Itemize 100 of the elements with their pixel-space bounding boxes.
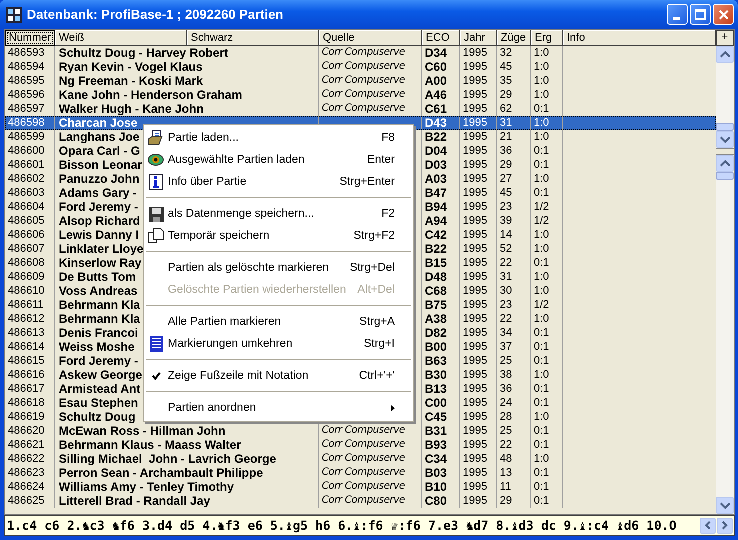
year-text: 1995 xyxy=(463,467,488,479)
result-text: 1:0 xyxy=(534,75,550,87)
add-column-button[interactable]: + xyxy=(716,30,734,46)
table-row[interactable]: 486621 Behrmann Klaus - Maass Walter Corr Compuserve B93 1995 22 0:1 xyxy=(5,438,716,452)
scroll-thumb[interactable] xyxy=(716,123,734,131)
scroll-up-button[interactable] xyxy=(716,155,734,172)
result-text: 1:0 xyxy=(534,47,550,59)
column-header[interactable]: Weiß xyxy=(55,30,187,46)
table-row[interactable]: 486596 Kane John - Henderson Graham Corr Compuserve A46 1995 29 1:0 xyxy=(5,88,716,102)
eco-code: C45 xyxy=(425,410,448,424)
menu-item[interactable]: Zeige Fußzeile mit Notation Ctrl+'+' xyxy=(144,365,413,387)
players-text: Behrmann Kla xyxy=(59,298,140,312)
moves-count: 35 xyxy=(500,75,512,87)
result-text: 1:0 xyxy=(534,313,550,325)
result-text: 1:0 xyxy=(534,243,550,255)
eco-code: C60 xyxy=(425,60,448,74)
year-text: 1995 xyxy=(463,481,488,493)
table-row[interactable]: 486593 Schultz Doug - Harvey Robert Corr Compuserve D34 1995 32 1:0 xyxy=(5,46,716,60)
result-text: 0:1 xyxy=(534,103,550,115)
scroll-down-button[interactable] xyxy=(716,131,734,148)
game-number: 486606 xyxy=(8,229,45,241)
table-row[interactable]: 486624 Williams Amy - Tenley Timothy Corr Compuserve B10 1995 11 0:1 xyxy=(5,480,716,494)
menu-item[interactable]: Temporär speichern Strg+F2 xyxy=(144,225,413,247)
split-handle[interactable] xyxy=(716,148,734,155)
menu-item[interactable]: Markierungen umkehren Strg+I xyxy=(144,333,413,355)
year-text: 1995 xyxy=(463,495,488,507)
players-text: Denis Francoi xyxy=(59,326,138,340)
menu-item[interactable]: Partien anordnen xyxy=(144,397,413,419)
table-row[interactable]: 486622 Silling Michael_John - Lavrich George Corr Compuserve C34 1995 48 1:0 xyxy=(5,452,716,466)
column-header[interactable]: Nummer xyxy=(5,30,55,46)
menu-item[interactable]: Ausgewählte Partien laden Enter xyxy=(144,149,413,171)
menu-item[interactable]: Info über Partie Strg+Enter xyxy=(144,171,413,193)
table-row[interactable]: 486594 Ryan Kevin - Vogel Klaus Corr Compuserve C60 1995 45 1:0 xyxy=(5,60,716,74)
scroll-right-button[interactable] xyxy=(717,518,733,534)
source-text: Corr Compuserve xyxy=(322,495,406,506)
eco-code: B93 xyxy=(425,438,448,452)
eco-code: C61 xyxy=(425,102,448,116)
players-text: Schultz Doug - Harvey Robert xyxy=(59,46,228,60)
scrollbar[interactable] xyxy=(716,46,734,148)
year-text: 1995 xyxy=(463,89,488,101)
column-header[interactable]: ECO xyxy=(422,30,460,46)
scroll-down-button[interactable] xyxy=(716,497,734,514)
players-text: Schultz Doug xyxy=(59,410,136,424)
column-header[interactable]: Jahr xyxy=(460,30,497,46)
result-text: 0:1 xyxy=(534,145,550,157)
result-text: 1:0 xyxy=(534,173,550,185)
players-text: Weiss Moshe xyxy=(59,340,135,354)
table-row[interactable]: 486595 Ng Freeman - Koski Mark Corr Compuserve A00 1995 35 1:0 xyxy=(5,74,716,88)
menu-item[interactable]: Alle Partien markieren Strg+A xyxy=(144,311,413,333)
close-button[interactable] xyxy=(713,4,734,25)
source-text: Corr Compuserve xyxy=(322,89,406,100)
game-number: 486609 xyxy=(8,271,45,283)
eco-code: D34 xyxy=(425,46,448,60)
window-title: Datenbank: ProfiBase-1 ; 2092260 Partien xyxy=(27,7,284,22)
year-text: 1995 xyxy=(463,327,488,339)
players-text: Adams Gary - xyxy=(59,186,138,200)
menu-item[interactable]: Partien als gelöschte markieren Strg+Del xyxy=(144,257,413,279)
column-header[interactable]: Züge xyxy=(497,30,531,46)
game-number: 486603 xyxy=(8,187,45,199)
column-header[interactable]: Schwarz xyxy=(187,30,319,46)
scrollbar[interactable] xyxy=(716,155,734,514)
game-number: 486610 xyxy=(8,285,45,297)
table-row[interactable]: 486623 Perron Sean - Archambault Philippe Corr Compuserve B03 1995 13 0:1 xyxy=(5,466,716,480)
maximize-button[interactable] xyxy=(690,4,711,25)
moves-count: 36 xyxy=(500,145,512,157)
game-number: 486616 xyxy=(8,369,45,381)
eco-code: B75 xyxy=(425,298,448,312)
players-text: Langhans Joe xyxy=(59,130,140,144)
result-text: 1:0 xyxy=(534,61,550,73)
moves-count: 13 xyxy=(500,467,512,479)
moves-count: 23 xyxy=(500,201,512,213)
moves-count: 30 xyxy=(500,285,512,297)
column-header[interactable]: Quelle xyxy=(319,30,422,46)
minimize-button[interactable] xyxy=(667,4,688,25)
year-text: 1995 xyxy=(463,75,488,87)
result-text: 0:1 xyxy=(534,467,550,479)
scroll-left-button[interactable] xyxy=(700,518,716,534)
moves-count: 25 xyxy=(500,425,512,437)
moves-count: 52 xyxy=(500,243,512,255)
moves-count: 38 xyxy=(500,369,512,381)
document-list-icon xyxy=(150,336,162,352)
result-text: 1:0 xyxy=(534,131,550,143)
menu-item[interactable]: als Datenmenge speichern... F2 xyxy=(144,203,413,225)
year-text: 1995 xyxy=(463,285,488,297)
table-row[interactable]: 486625 Litterell Brad - Randall Jay Corr Compuserve C80 1995 29 0:1 xyxy=(5,494,716,508)
game-number: 486614 xyxy=(8,341,45,353)
scroll-up-button[interactable] xyxy=(716,46,734,63)
result-text: 0:1 xyxy=(534,481,550,493)
menu-item[interactable]: Partie laden... F8 xyxy=(144,127,413,149)
result-text: 0:1 xyxy=(534,187,550,199)
players-text: Bisson Leonar xyxy=(59,158,142,172)
result-text: 1:0 xyxy=(534,411,550,423)
chevron-up-icon xyxy=(720,160,730,167)
year-text: 1995 xyxy=(463,145,488,157)
column-header[interactable]: Info xyxy=(563,30,716,46)
players-text: Alsop Richard xyxy=(59,214,140,228)
column-header[interactable]: Erg xyxy=(531,30,563,46)
scroll-thumb[interactable] xyxy=(716,172,734,180)
maximize-icon xyxy=(695,9,706,20)
year-text: 1995 xyxy=(463,201,488,213)
